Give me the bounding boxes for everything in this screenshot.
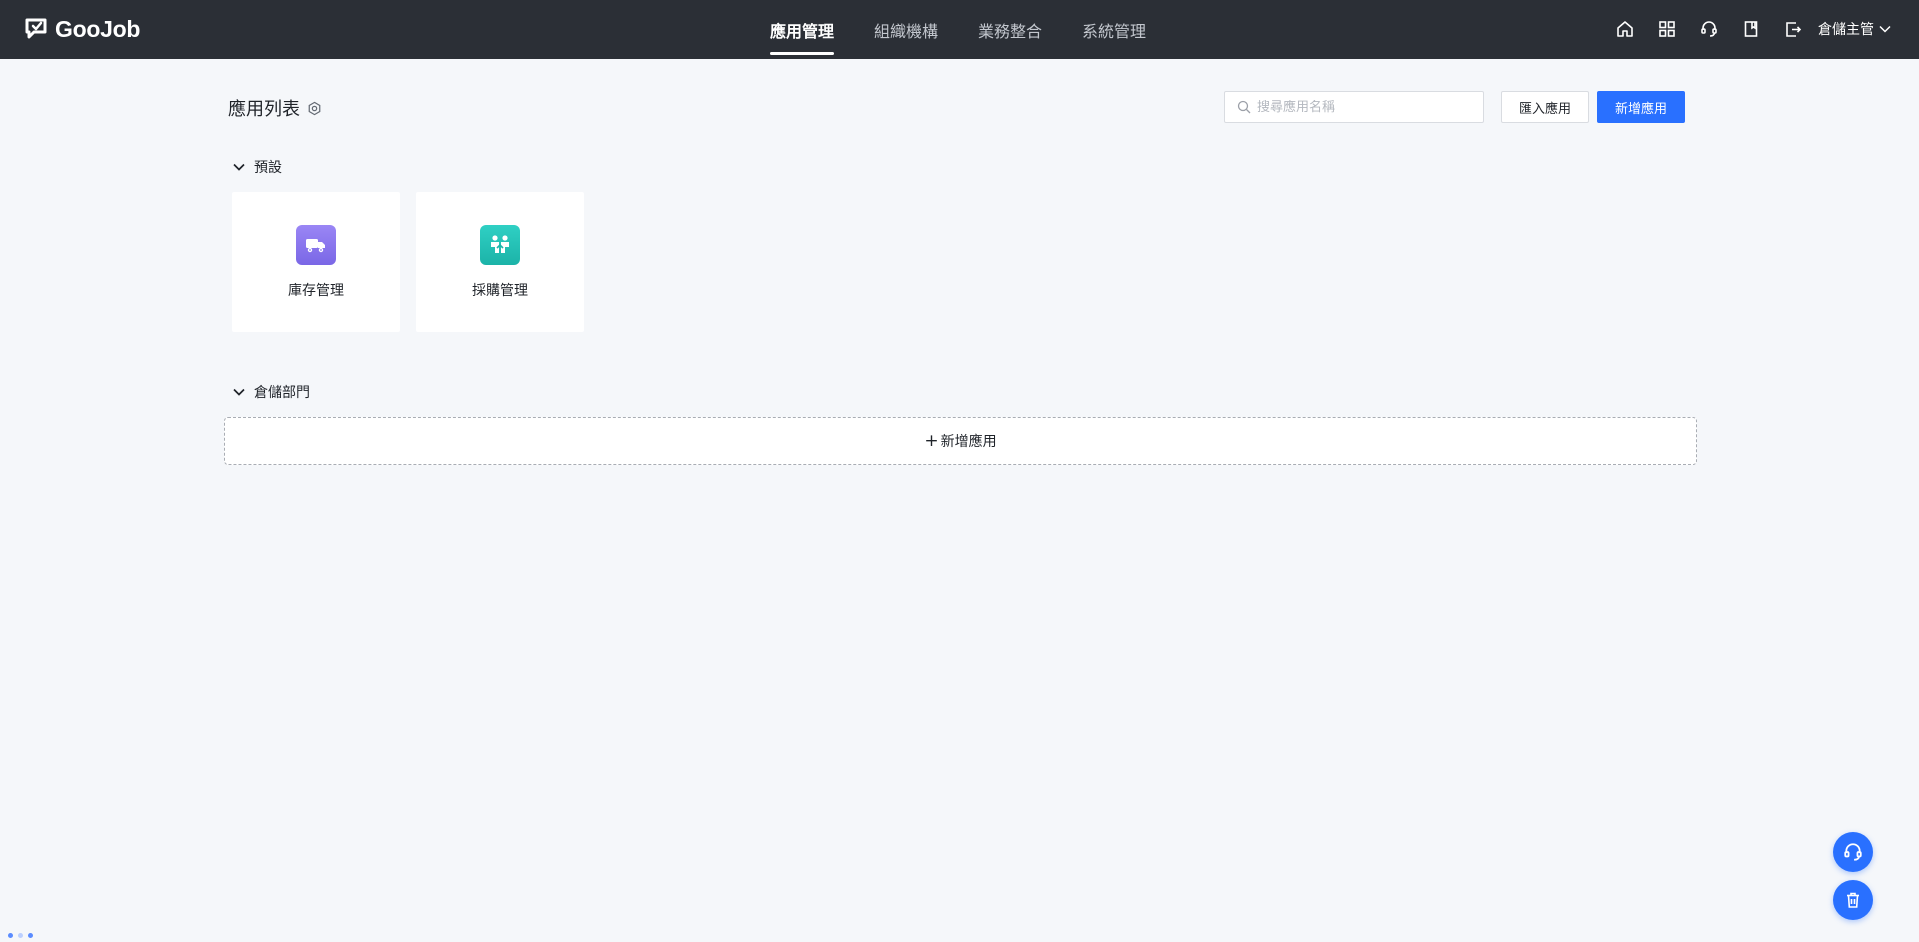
app-card-purchasing[interactable]: 採購管理 bbox=[416, 192, 584, 332]
chevron-down-icon bbox=[233, 388, 245, 396]
search-icon bbox=[1237, 100, 1251, 114]
loading-dot bbox=[28, 933, 33, 938]
home-icon[interactable] bbox=[1614, 18, 1636, 40]
logo-mark-icon bbox=[24, 17, 50, 41]
plus-icon: + bbox=[924, 430, 939, 451]
apps-grid-icon[interactable] bbox=[1656, 18, 1678, 40]
tab-business-integration[interactable]: 業務整合 bbox=[978, 0, 1042, 59]
chevron-down-icon bbox=[233, 163, 245, 171]
loading-dot bbox=[8, 933, 13, 938]
app-name: 採購管理 bbox=[472, 283, 528, 299]
headset-icon[interactable] bbox=[1698, 18, 1720, 40]
tab-organization[interactable]: 組織機構 bbox=[874, 0, 938, 59]
gear-icon[interactable] bbox=[307, 101, 322, 116]
handshake-people-icon bbox=[480, 225, 520, 265]
app-card-inventory[interactable]: 庫存管理 bbox=[232, 192, 400, 332]
support-fab[interactable] bbox=[1833, 832, 1873, 872]
group-header-default[interactable]: 預設 bbox=[233, 157, 282, 177]
group-header-warehouse[interactable]: 倉儲部門 bbox=[233, 382, 310, 402]
group-name: 預設 bbox=[254, 160, 282, 176]
headset-icon bbox=[1844, 843, 1862, 861]
tab-app-management[interactable]: 應用管理 bbox=[770, 0, 835, 59]
add-app-label: 新增應用 bbox=[940, 434, 997, 450]
trash-fab[interactable] bbox=[1833, 880, 1873, 920]
user-name: 倉儲主管 bbox=[1818, 22, 1874, 38]
user-menu[interactable]: 倉儲主管 bbox=[1818, 19, 1891, 39]
main-nav: 應用管理 組織機構 業務整合 系統管理 bbox=[770, 0, 1146, 59]
import-app-button[interactable]: 匯入應用 bbox=[1501, 91, 1589, 123]
group-name: 倉儲部門 bbox=[254, 385, 310, 401]
page-title-text: 應用列表 bbox=[228, 99, 300, 120]
search-box[interactable] bbox=[1224, 91, 1484, 123]
new-app-button[interactable]: 新增應用 bbox=[1597, 91, 1685, 123]
app-name: 庫存管理 bbox=[288, 283, 344, 299]
export-icon[interactable] bbox=[1782, 18, 1804, 40]
top-navbar: GooJob 應用管理 組織機構 業務整合 系統管理 倉儲主管 bbox=[0, 0, 1919, 59]
loading-indicator bbox=[8, 933, 38, 938]
book-icon[interactable] bbox=[1740, 18, 1762, 40]
brand-logo[interactable]: GooJob bbox=[24, 16, 140, 42]
truck-icon bbox=[296, 225, 336, 265]
loading-dot bbox=[18, 933, 23, 938]
search-input[interactable] bbox=[1257, 99, 1477, 115]
page-title: 應用列表 bbox=[228, 95, 322, 121]
add-app-placeholder[interactable]: + 新增應用 bbox=[224, 417, 1697, 465]
trash-icon bbox=[1847, 892, 1859, 908]
header-actions: 倉儲主管 bbox=[1614, 18, 1891, 40]
chevron-down-icon bbox=[1879, 25, 1891, 33]
brand-name: GooJob bbox=[55, 15, 141, 42]
tab-system-management[interactable]: 系統管理 bbox=[1082, 0, 1146, 59]
